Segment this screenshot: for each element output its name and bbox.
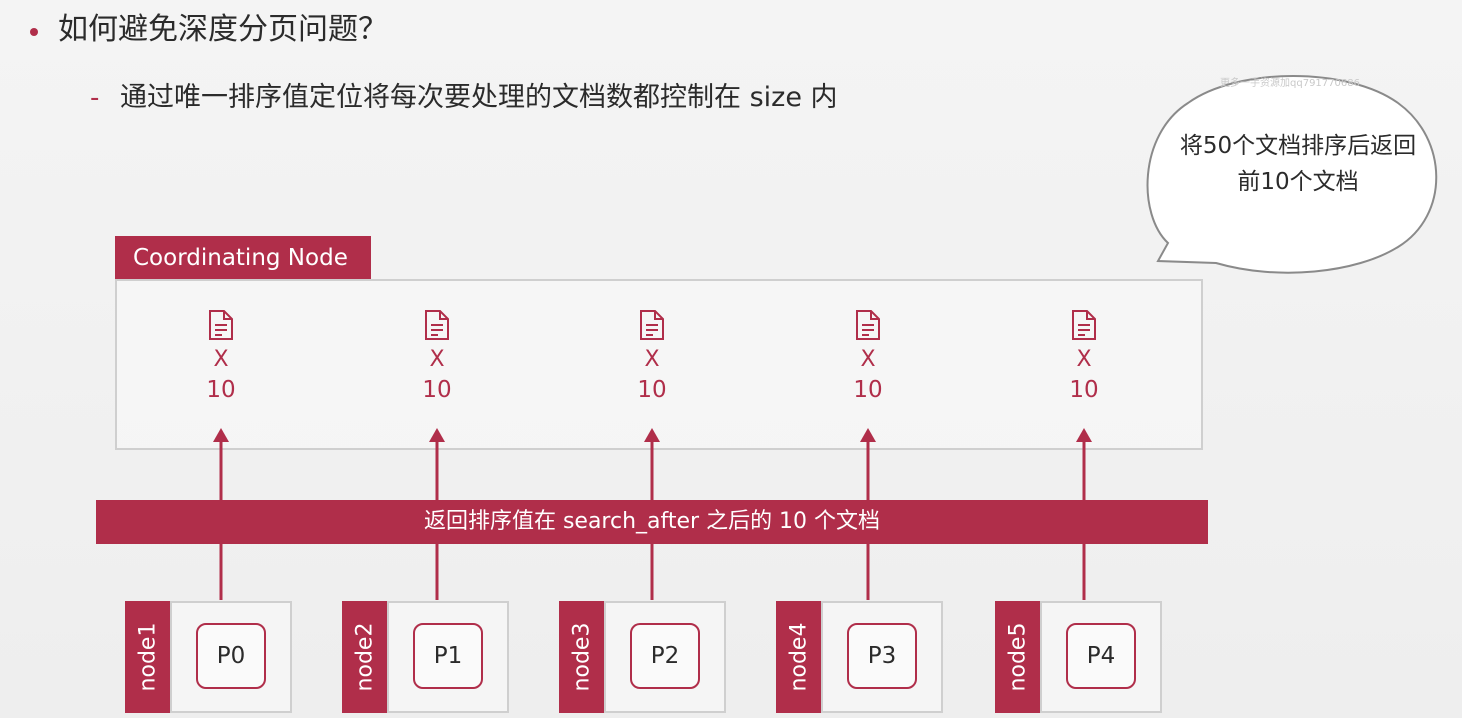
node-box-1: P0: [170, 601, 292, 713]
node-name: node5: [1005, 622, 1031, 692]
node-name: node1: [135, 622, 161, 692]
node-box-2: P1: [387, 601, 509, 713]
arrow-head-1: [213, 428, 229, 442]
shard-p1: P1: [413, 623, 483, 689]
node-box-5: P4: [1040, 601, 1162, 713]
node-label-5: node5: [995, 601, 1041, 713]
node-label-1: node1: [125, 601, 171, 713]
search-after-banner: 返回排序值在 search_after 之后的 10 个文档: [96, 500, 1208, 544]
shard-p2: P2: [630, 623, 700, 689]
arrow-head-4: [860, 428, 876, 442]
arrow-head-3: [644, 428, 660, 442]
node-label-3: node3: [559, 601, 605, 713]
node-label-2: node2: [342, 601, 388, 713]
shard-p0: P0: [196, 623, 266, 689]
arrow-head-5: [1076, 428, 1092, 442]
node-name: node4: [786, 622, 812, 692]
node-name: node2: [352, 622, 378, 692]
node-name: node3: [569, 622, 595, 692]
shard-p3: P3: [847, 623, 917, 689]
node-box-4: P3: [821, 601, 943, 713]
node-label-4: node4: [776, 601, 822, 713]
shard-p4: P4: [1066, 623, 1136, 689]
node-box-3: P2: [604, 601, 726, 713]
arrow-head-2: [429, 428, 445, 442]
